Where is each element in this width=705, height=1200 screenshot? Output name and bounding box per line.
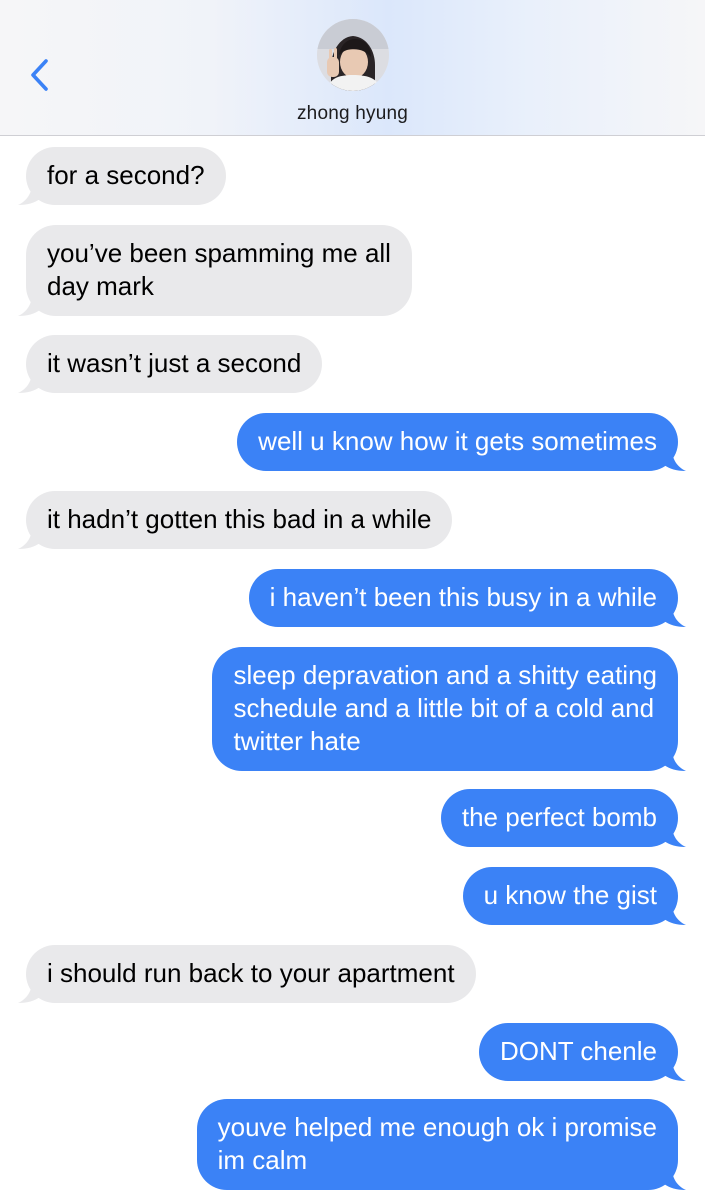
received-message-bubble[interactable]: it hadn’t gotten this bad in a while [18, 491, 453, 549]
message-text: day mark [47, 271, 154, 301]
bubble-tail [18, 294, 40, 316]
message-text: the perfect bomb [461, 802, 657, 832]
received-message-bubble[interactable]: it wasn’t just a second [18, 335, 323, 393]
message-text: well u know how it gets sometimes [258, 426, 657, 456]
bubble-tail [664, 825, 686, 847]
received-message-bubble[interactable]: for a second? [18, 147, 226, 205]
sent-message-bubble[interactable]: the perfect bomb [440, 789, 686, 847]
received-message-bubble[interactable]: i should run back to your apartment [18, 945, 476, 1003]
conversation-header: zhong hyung [0, 0, 705, 136]
message-text: twitter hate [233, 726, 361, 756]
message-text: DONT chenle [499, 1036, 657, 1066]
bubble-tail [664, 749, 686, 771]
chevron-left-icon [31, 59, 48, 91]
bubble-tail [18, 371, 40, 393]
message-text: schedule and a little bit of a cold and [233, 693, 655, 723]
sent-message-bubble[interactable]: well u know how it gets sometimes [237, 413, 686, 471]
message-text: it hadn’t gotten this bad in a while [47, 504, 432, 534]
bubble-tail [664, 449, 686, 471]
received-message-bubble[interactable]: you’ve been spamming me all day mark [18, 225, 412, 316]
message-text: sleep depravation and a shitty eating [233, 660, 657, 690]
message-text: im calm [217, 1145, 308, 1175]
contact-name[interactable]: zhong hyung [0, 103, 705, 125]
avatar-photo [317, 19, 389, 91]
bubble-tail [664, 605, 686, 627]
message-text: u know the gist [483, 880, 657, 910]
message-text: it wasn’t just a second [47, 348, 302, 378]
contact-avatar[interactable] [317, 19, 389, 91]
message-text: i should run back to your apartment [47, 958, 455, 988]
message-text: i haven’t been this busy in a while [269, 582, 657, 612]
bubble-tail [664, 903, 686, 925]
sent-message-bubble[interactable]: u know the gist [462, 867, 686, 925]
message-text: youve helped me enough ok i promise [217, 1112, 657, 1142]
bubble-tail [18, 183, 40, 205]
sent-message-bubble[interactable]: i haven’t been this busy in a while [248, 569, 686, 627]
bubble-tail [18, 527, 40, 549]
bubble-tail [664, 1059, 686, 1081]
sent-message-bubble[interactable]: DONT chenle [478, 1023, 686, 1081]
message-text: for a second? [47, 160, 205, 190]
sent-message-bubble[interactable]: youve helped me enough ok i promise im ca… [196, 1099, 686, 1190]
bubble-tail [18, 981, 40, 1003]
message-text: you’ve been spamming me all [47, 238, 391, 268]
sent-message-bubble[interactable]: sleep depravation and a shitty eating sch… [212, 647, 686, 771]
bubble-tail [664, 1168, 686, 1190]
message-list: for a second? you’ve been spamming me all… [0, 136, 705, 1200]
back-button[interactable] [22, 54, 58, 98]
